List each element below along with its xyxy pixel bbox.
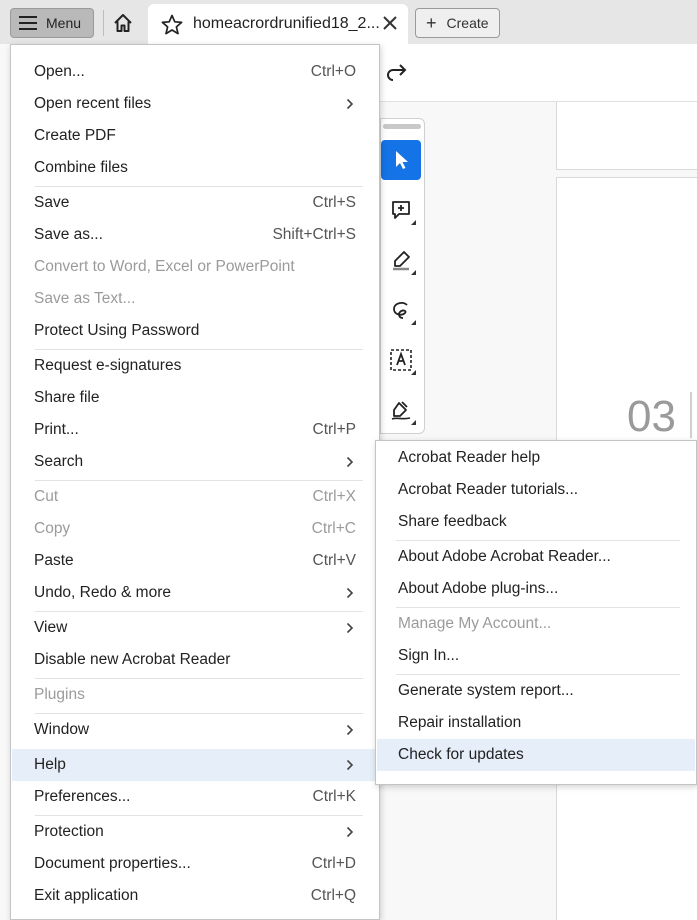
redo-icon[interactable] xyxy=(385,62,409,82)
help-item-system-report[interactable]: Generate system report... xyxy=(377,675,695,707)
help-submenu: Acrobat Reader help Acrobat Reader tutor… xyxy=(375,440,697,785)
menu-item-search[interactable]: Search xyxy=(12,446,378,478)
menu-button-label: Menu xyxy=(46,15,82,31)
menu-item-view[interactable]: View xyxy=(12,612,378,644)
chevron-right-icon xyxy=(346,759,354,771)
menu-item-paste[interactable]: Paste Ctrl+V xyxy=(12,545,378,577)
menu-item-save-as[interactable]: Save as... Shift+Ctrl+S xyxy=(12,219,378,251)
menu-item-plugins: Plugins xyxy=(34,686,85,703)
chevron-right-icon xyxy=(346,622,354,634)
help-item-reader-help[interactable]: Acrobat Reader help xyxy=(377,442,695,474)
select-tool-icon xyxy=(396,151,408,169)
menu-item-cut: Cut Ctrl+X xyxy=(34,488,356,505)
page-decor-bar xyxy=(690,392,692,438)
menu-item-window[interactable]: Window xyxy=(12,714,378,746)
menu-button[interactable]: Menu xyxy=(10,8,94,38)
text-box-icon xyxy=(390,349,412,371)
star-icon[interactable] xyxy=(160,13,184,37)
help-item-check-updates[interactable]: Check for updates xyxy=(377,739,695,771)
menu-item-document-properties[interactable]: Document properties... Ctrl+D xyxy=(12,848,378,880)
document-toolbar xyxy=(380,44,697,102)
menu-item-save-as-text: Save as Text... xyxy=(34,290,136,307)
menu-item-share-file[interactable]: Share file xyxy=(12,382,378,414)
chevron-right-icon xyxy=(346,587,354,599)
sign-pen-icon xyxy=(391,401,411,420)
create-button[interactable]: + Create xyxy=(415,8,500,38)
text-box-tool[interactable] xyxy=(381,340,421,380)
document-page-previous xyxy=(556,102,697,170)
chevron-right-icon xyxy=(346,826,354,838)
menu-item-combine-files[interactable]: Combine files xyxy=(12,152,378,184)
create-button-label: Create xyxy=(446,15,489,31)
menu-item-disable-new-reader[interactable]: Disable new Acrobat Reader xyxy=(12,644,378,676)
help-item-share-feedback[interactable]: Share feedback xyxy=(377,506,695,538)
sign-tool[interactable] xyxy=(381,390,421,430)
select-tool[interactable] xyxy=(381,140,421,180)
menu-item-convert: Convert to Word, Excel or PowerPoint xyxy=(34,258,295,275)
chevron-right-icon xyxy=(346,98,354,110)
draw-tool[interactable] xyxy=(381,290,421,330)
menu-item-create-pdf[interactable]: Create PDF xyxy=(12,120,378,152)
close-icon[interactable] xyxy=(381,14,399,32)
panel-grip[interactable] xyxy=(383,124,421,129)
highlight-pen-icon xyxy=(393,251,410,271)
add-comment-icon xyxy=(392,201,410,219)
highlight-tool[interactable] xyxy=(381,240,421,280)
menu-item-protection[interactable]: Protection xyxy=(12,816,378,848)
menu-item-open[interactable]: Open... Ctrl+O xyxy=(12,56,378,88)
help-item-repair-installation[interactable]: Repair installation xyxy=(377,707,695,739)
menu-item-open-recent-files[interactable]: Open recent files xyxy=(12,88,378,120)
page-number-text: 03 xyxy=(627,392,676,441)
menu-item-protect-password[interactable]: Protect Using Password xyxy=(12,315,378,347)
help-item-about-reader[interactable]: About Adobe Acrobat Reader... xyxy=(377,541,695,573)
help-item-manage-account: Manage My Account... xyxy=(398,615,552,632)
chevron-right-icon xyxy=(346,724,354,736)
document-tab-title: homeacrordrunified18_2... xyxy=(193,15,380,32)
menu-item-undo-redo[interactable]: Undo, Redo & more xyxy=(12,577,378,609)
tabbar-divider xyxy=(103,10,104,36)
help-item-about-plugins[interactable]: About Adobe plug-ins... xyxy=(377,573,695,605)
help-item-reader-tutorials[interactable]: Acrobat Reader tutorials... xyxy=(377,474,695,506)
home-button[interactable] xyxy=(108,8,138,38)
menu-item-help[interactable]: Help xyxy=(12,749,378,781)
plus-icon: + xyxy=(426,13,437,33)
draw-freeform-icon xyxy=(393,302,408,319)
menu-item-copy: Copy Ctrl+C xyxy=(34,520,356,537)
menu-item-preferences[interactable]: Preferences... Ctrl+K xyxy=(12,781,378,813)
menu-item-request-esignatures[interactable]: Request e-signatures xyxy=(12,350,378,382)
menu-item-save[interactable]: Save Ctrl+S xyxy=(12,187,378,219)
help-item-sign-in[interactable]: Sign In... xyxy=(377,640,695,672)
menu-icon xyxy=(19,16,37,30)
quick-tools-panel xyxy=(380,118,425,434)
menu-item-exit-application[interactable]: Exit application Ctrl+Q xyxy=(12,880,378,912)
menu-item-print[interactable]: Print... Ctrl+P xyxy=(12,414,378,446)
main-menu: Open... Ctrl+O Open recent files Create P… xyxy=(10,44,380,920)
tab-bar: Menu homeacrordrunified18_2... + Create xyxy=(0,0,697,44)
home-icon xyxy=(114,14,132,32)
chevron-right-icon xyxy=(346,456,354,468)
document-tab[interactable]: homeacrordrunified18_2... xyxy=(148,4,408,44)
add-comment-tool[interactable] xyxy=(381,190,421,230)
